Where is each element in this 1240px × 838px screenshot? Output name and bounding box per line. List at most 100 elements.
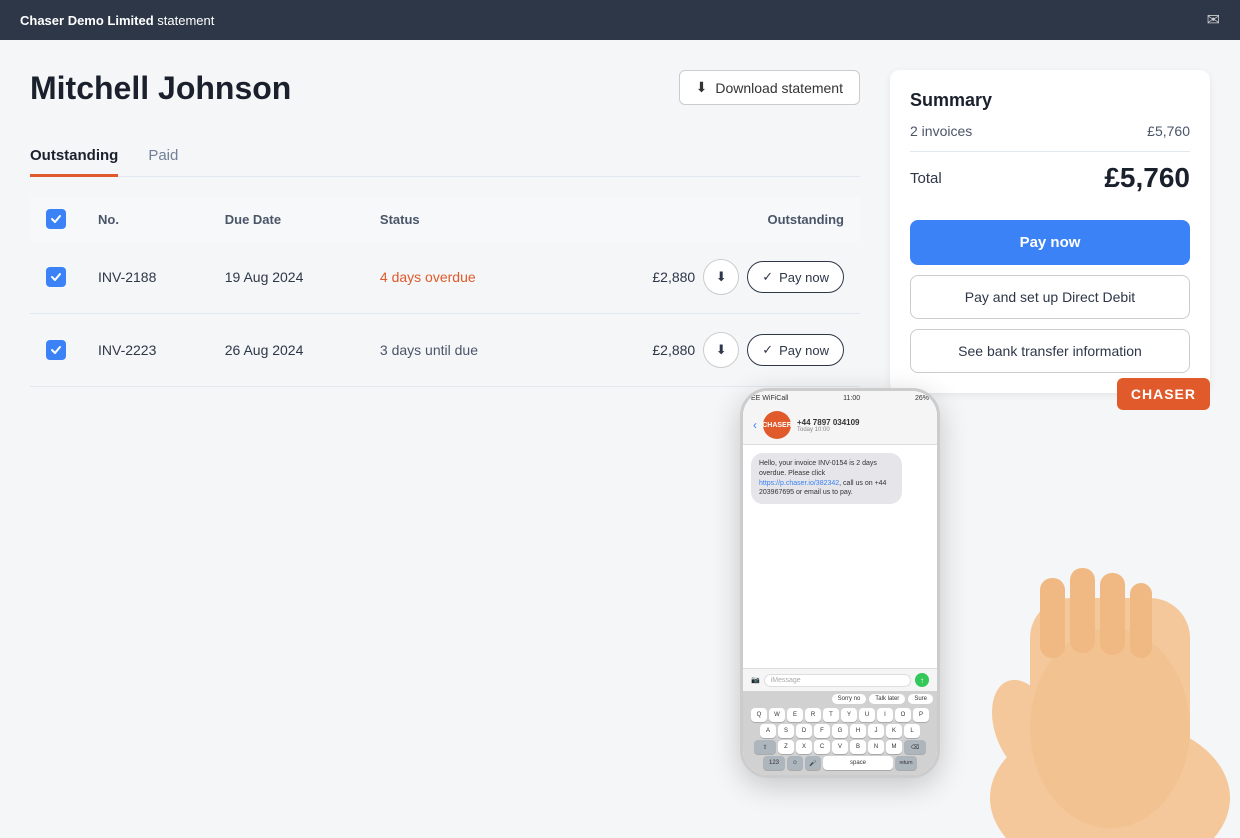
- key-m: M: [886, 740, 902, 754]
- tab-outstanding[interactable]: Outstanding: [30, 137, 118, 177]
- select-all-checkbox[interactable]: [46, 209, 66, 229]
- email-icon[interactable]: ✉: [1207, 10, 1220, 30]
- invoice-table: No. Due Date Status Outstanding: [30, 197, 860, 387]
- key-mic: 🎤: [805, 756, 821, 770]
- col-no: No.: [82, 197, 209, 241]
- phone-send-button: ↑: [915, 673, 929, 687]
- key-g: G: [832, 724, 848, 738]
- phone-battery: 26%: [915, 395, 929, 402]
- phone-carrier: EE WiFiCall: [751, 395, 788, 402]
- key-i: I: [877, 708, 893, 722]
- key-d: D: [796, 724, 812, 738]
- phone-quick-replies: Sorry no Talk later Sure: [747, 694, 933, 704]
- key-l: L: [904, 724, 920, 738]
- row1-status: 4 days overdue: [380, 269, 476, 285]
- row2-pay-now-button[interactable]: ✓ Pay now: [747, 334, 844, 366]
- summary-total-amount: £5,760: [1104, 162, 1190, 194]
- phone-status-bar: EE WiFiCall 11:00 26%: [743, 391, 937, 406]
- key-w: W: [769, 708, 785, 722]
- col-due-date: Due Date: [209, 197, 364, 241]
- phone-back-icon: ‹: [753, 418, 757, 432]
- keyboard-row-1: Q W E R T Y U I O P: [747, 708, 933, 722]
- row1-pay-circle-icon: ✓: [762, 269, 773, 285]
- download-statement-label: Download statement: [715, 80, 843, 96]
- table-row: INV-2223 26 Aug 2024 3 days until due £2…: [30, 314, 860, 387]
- phone-messages: Hello, your invoice INV-0154 is 2 days o…: [743, 445, 937, 668]
- row2-due-date: 26 Aug 2024: [209, 314, 364, 387]
- summary-divider: [910, 151, 1190, 152]
- key-return: return: [895, 756, 917, 770]
- table-header-row: No. Due Date Status Outstanding: [30, 197, 860, 241]
- summary-title: Summary: [910, 90, 1190, 111]
- row1-pay-now-button[interactable]: ✓ Pay now: [747, 261, 844, 293]
- tabs-container: Outstanding Paid: [30, 137, 860, 177]
- topbar: Chaser Demo Limited statement ✉: [0, 0, 1240, 40]
- tab-paid[interactable]: Paid: [148, 137, 178, 177]
- col-outstanding: Outstanding: [546, 197, 860, 241]
- phone-device: EE WiFiCall 11:00 26% ‹ CHASER +44 7897 …: [740, 388, 940, 778]
- key-v: V: [832, 740, 848, 754]
- key-q: Q: [751, 708, 767, 722]
- row1-outstanding-cell: £2,880 ⬇ ✓ Pay now: [546, 241, 860, 314]
- keyboard-row-3: ⇧ Z X C V B N M ⌫: [747, 740, 933, 754]
- keyboard-row-2: A S D F G H J K L: [747, 724, 933, 738]
- key-s: S: [778, 724, 794, 738]
- row2-download-btn[interactable]: ⬇: [703, 332, 739, 368]
- phone-input-placeholder: iMessage: [764, 674, 911, 687]
- key-p: P: [913, 708, 929, 722]
- key-z: Z: [778, 740, 794, 754]
- key-n: N: [868, 740, 884, 754]
- key-t: T: [823, 708, 839, 722]
- quick-reply-talk-later: Talk later: [869, 694, 905, 704]
- hand-holding-phone: [970, 448, 1240, 838]
- pay-now-button[interactable]: Pay now: [910, 220, 1190, 265]
- message-link: https://p.chaser.io/382342: [759, 480, 839, 487]
- direct-debit-button[interactable]: Pay and set up Direct Debit: [910, 275, 1190, 319]
- col-checkbox: [30, 197, 82, 241]
- key-shift: ⇧: [754, 740, 776, 754]
- summary-invoices-label: 2 invoices: [910, 123, 972, 139]
- key-o: O: [895, 708, 911, 722]
- row1-download-btn[interactable]: ⬇: [703, 259, 739, 295]
- summary-card: Summary 2 invoices £5,760 Total £5,760 P…: [890, 70, 1210, 393]
- topbar-suffix: statement: [154, 13, 215, 28]
- download-statement-button[interactable]: ⬇ Download statement: [679, 70, 860, 105]
- row2-checkbox[interactable]: [46, 340, 66, 360]
- summary-total-label: Total: [910, 170, 942, 187]
- key-b: B: [850, 740, 866, 754]
- phone-camera-icon: 📷: [751, 676, 760, 684]
- key-y: Y: [841, 708, 857, 722]
- right-sidebar: Summary 2 invoices £5,760 Total £5,760 P…: [890, 70, 1210, 393]
- row1-amount: £2,880: [652, 269, 695, 285]
- summary-invoices-amount: £5,760: [1147, 123, 1190, 139]
- message-bubble: Hello, your invoice INV-0154 is 2 days o…: [751, 453, 902, 504]
- row2-outstanding-cell: £2,880 ⬇ ✓ Pay now: [546, 314, 860, 387]
- key-space: space: [823, 756, 893, 770]
- table-row: INV-2188 19 Aug 2024 4 days overdue £2,8…: [30, 241, 860, 314]
- key-123: 123: [763, 756, 785, 770]
- row2-invoice-no: INV-2223: [82, 314, 209, 387]
- phone-input-bar: 📷 iMessage ↑: [743, 668, 937, 691]
- key-k: K: [886, 724, 902, 738]
- keyboard-row-4: 123 ☺ 🎤 space return: [747, 756, 933, 770]
- row1-due-date: 19 Aug 2024: [209, 241, 364, 314]
- row1-checkbox-cell: [30, 241, 82, 314]
- phone-chaser-avatar: CHASER: [763, 411, 791, 439]
- key-r: R: [805, 708, 821, 722]
- row1-invoice-no: INV-2188: [82, 241, 209, 314]
- row1-checkbox[interactable]: [46, 267, 66, 287]
- phone-header-time: Today 10:00: [797, 427, 927, 433]
- key-h: H: [850, 724, 866, 738]
- phone-header: ‹ CHASER +44 7897 034109 Today 10:00: [743, 406, 937, 445]
- page-title: Mitchell Johnson: [30, 70, 291, 107]
- quick-reply-sure: Sure: [908, 694, 933, 704]
- key-c: C: [814, 740, 830, 754]
- key-e: E: [787, 708, 803, 722]
- key-a: A: [760, 724, 776, 738]
- key-emoji: ☺: [787, 756, 803, 770]
- row2-amount: £2,880: [652, 342, 695, 358]
- row2-status: 3 days until due: [380, 342, 478, 358]
- quick-reply-sorry: Sorry no: [832, 694, 867, 704]
- row2-checkbox-cell: [30, 314, 82, 387]
- bank-info-button[interactable]: See bank transfer information: [910, 329, 1190, 373]
